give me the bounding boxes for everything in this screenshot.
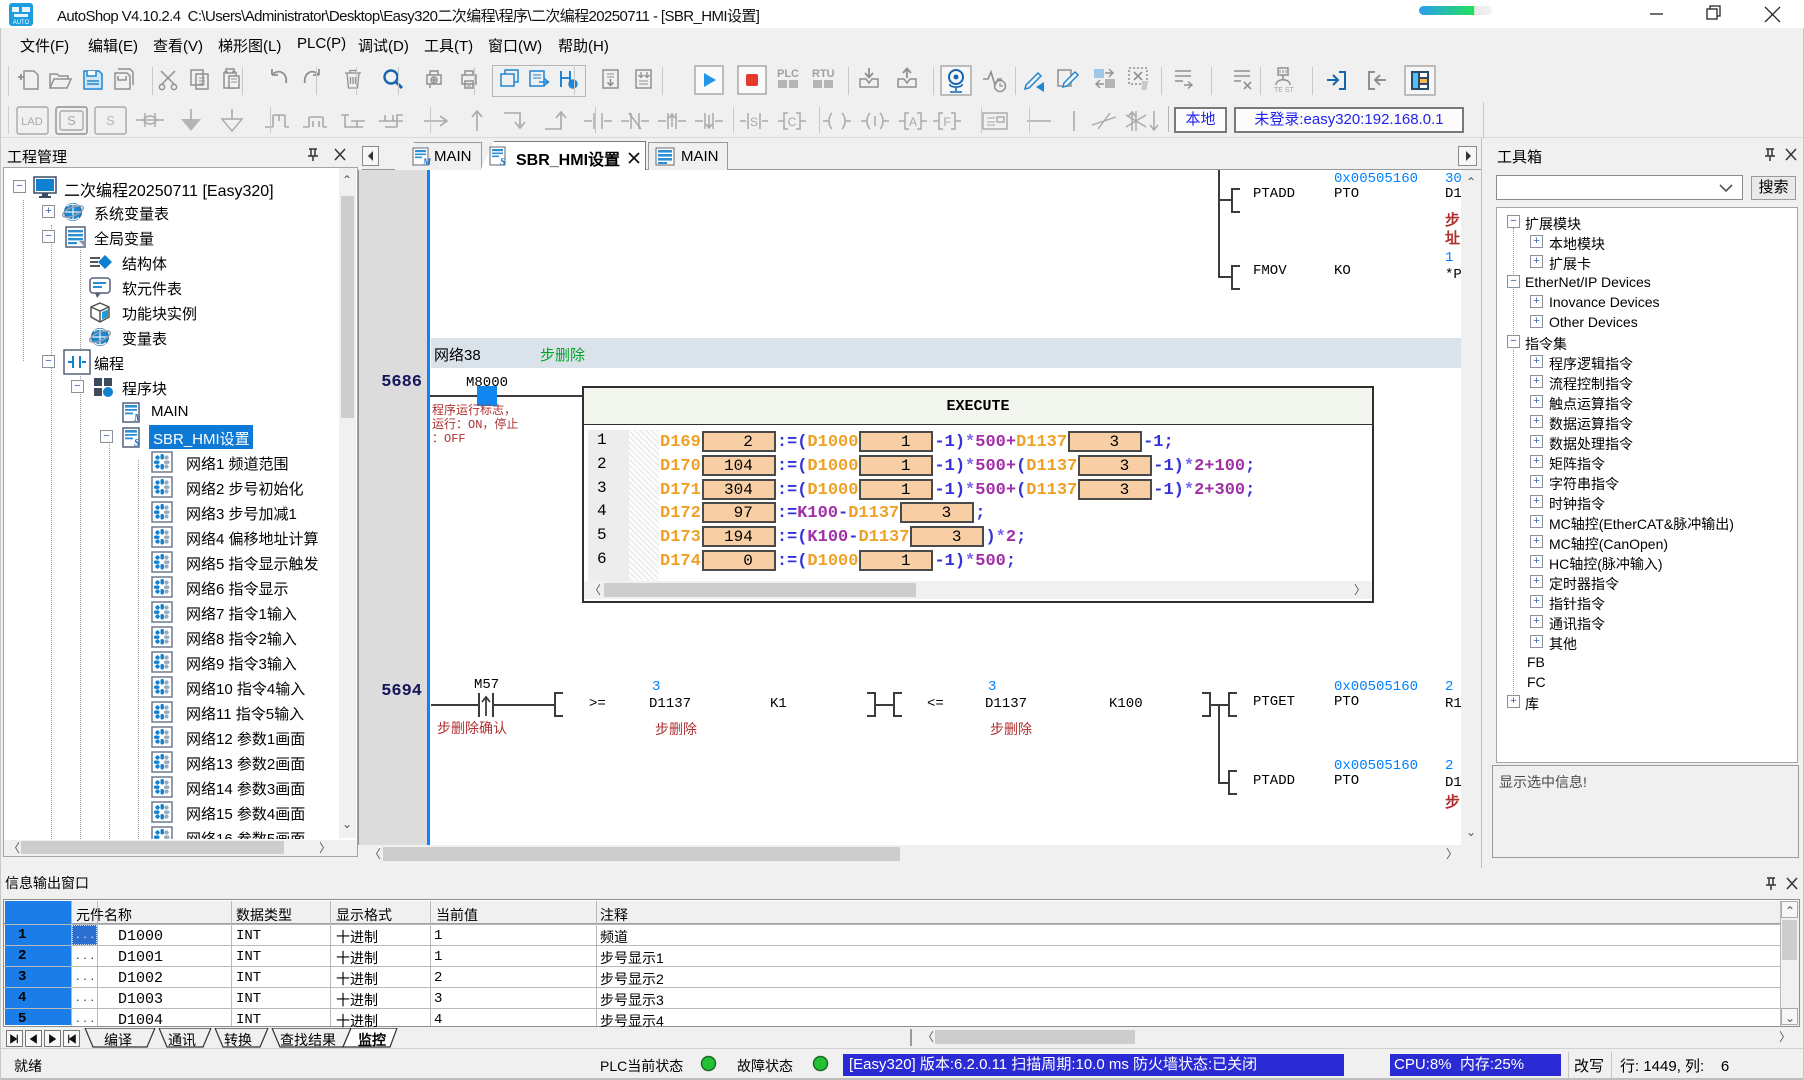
svg-text:C: C (788, 115, 797, 129)
svg-text:S: S (750, 115, 758, 129)
svg-text:AUTO: AUTO (13, 20, 30, 26)
svg-text:S: S (134, 438, 140, 448)
svg-text:M: M (133, 413, 140, 423)
svg-text:TE ST: TE ST (1274, 87, 1295, 94)
svg-text:PLC: PLC (777, 68, 799, 80)
svg-text:RTU: RTU (812, 68, 835, 80)
svg-text:S: S (67, 113, 76, 128)
svg-text:S: S (106, 113, 115, 128)
svg-text:S: S (500, 157, 506, 167)
svg-text:M: M (422, 157, 432, 167)
svg-text:F: F (943, 115, 950, 129)
svg-text:A: A (909, 115, 917, 129)
svg-text:LAD: LAD (21, 116, 42, 128)
